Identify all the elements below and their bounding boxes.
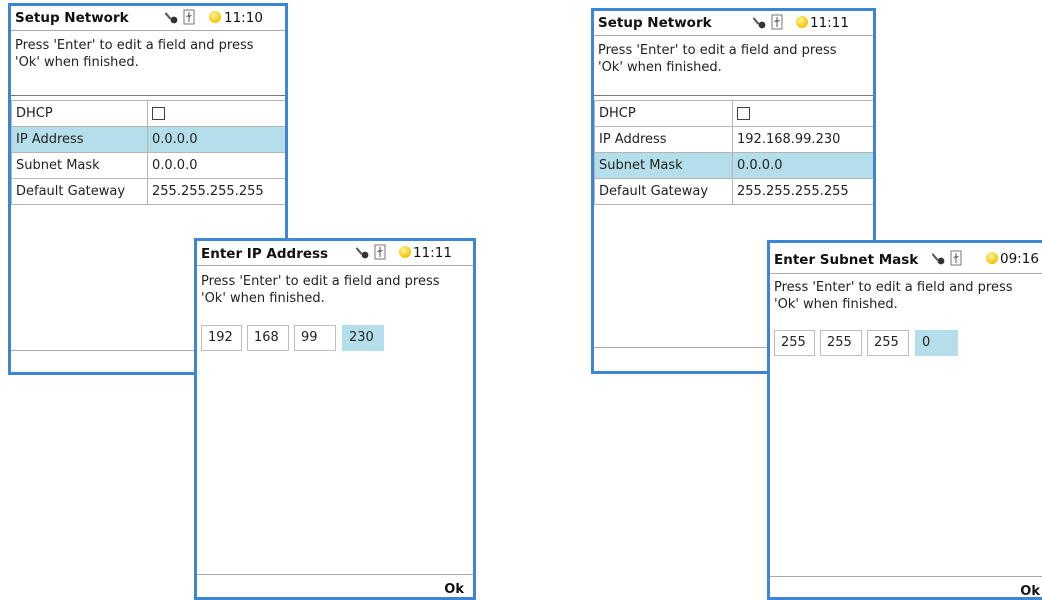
dhcp-checkbox[interactable] (737, 107, 750, 120)
octet-field-4[interactable]: 0 (915, 330, 958, 356)
ok-softkey[interactable]: Ok (444, 582, 464, 597)
ok-softkey[interactable]: Ok (1020, 584, 1040, 597)
network-settings-table: DHCP IP Address 0.0.0.0 Subnet Mask 0.0.… (11, 100, 285, 205)
octet-field-2[interactable]: 168 (247, 325, 289, 351)
table-row[interactable]: IP Address 0.0.0.0 (11, 126, 285, 153)
separator (11, 95, 285, 96)
network-settings-table: DHCP IP Address 192.168.99.230 Subnet Ma… (594, 100, 873, 205)
clock: 11:11 (810, 15, 849, 31)
row-value[interactable]: 0.0.0.0 (147, 152, 285, 179)
dialog-title: Enter IP Address (201, 246, 329, 262)
title-bar: Enter IP Address 11:11 (197, 241, 473, 266)
status-icons: 11:11 (749, 14, 873, 31)
octet-field-3[interactable]: 255 (867, 330, 909, 356)
row-value[interactable]: 0.0.0.0 (732, 152, 873, 179)
key-icon (753, 17, 766, 29)
usb-icon (771, 14, 783, 30)
instruction-text: Press 'Enter' to edit a field and press … (598, 43, 837, 75)
octet-field-3[interactable]: 99 (294, 325, 336, 351)
table-row[interactable]: IP Address 192.168.99.230 (594, 126, 873, 153)
usb-icon (950, 250, 962, 266)
row-label: Default Gateway (11, 178, 148, 205)
row-value[interactable]: 255.255.255.255 (732, 178, 873, 205)
row-value[interactable]: 0.0.0.0 (147, 126, 285, 153)
octet-field-1[interactable]: 255 (774, 330, 815, 356)
row-value[interactable]: 192.168.99.230 (732, 126, 873, 153)
usb-icon (374, 244, 386, 260)
table-row[interactable]: Subnet Mask 0.0.0.0 (594, 152, 873, 179)
usb-icon (183, 9, 195, 25)
sun-icon (209, 11, 221, 23)
screen-title: Setup Network (598, 15, 712, 31)
right-enter-subnet-dialog: Enter Subnet Mask 09:16 Press 'Enter' to… (767, 240, 1042, 600)
dhcp-cell[interactable] (147, 100, 285, 127)
status-icons: 09:16 (928, 250, 1042, 267)
octet-field-1[interactable]: 192 (201, 325, 242, 351)
instruction-text: Press 'Enter' to edit a field and press … (15, 38, 254, 70)
bottom-bar (770, 576, 1042, 577)
title-bar: Setup Network 11:11 (594, 11, 873, 36)
table-row[interactable]: Default Gateway 255.255.255.255 (594, 178, 873, 205)
dialog-title: Enter Subnet Mask (774, 252, 919, 268)
separator (594, 95, 873, 96)
row-label: DHCP (11, 100, 148, 127)
title-bar: Enter Subnet Mask 09:16 (770, 243, 1042, 274)
table-row[interactable]: Subnet Mask 0.0.0.0 (11, 152, 285, 179)
dhcp-cell[interactable] (732, 100, 873, 127)
status-icons: 11:10 (161, 9, 281, 26)
sun-icon (399, 246, 411, 258)
clock: 11:10 (224, 10, 263, 26)
bottom-bar (197, 574, 473, 575)
row-label: Subnet Mask (11, 152, 148, 179)
clock: 09:16 (1000, 251, 1039, 267)
title-bar: Setup Network 11:10 (11, 6, 285, 31)
left-enter-ip-dialog: Enter IP Address 11:11 Press 'Enter' to … (194, 238, 476, 600)
row-label: IP Address (594, 126, 733, 153)
table-row[interactable]: DHCP (11, 100, 285, 127)
sun-icon (986, 252, 998, 264)
row-label: DHCP (594, 100, 733, 127)
dhcp-checkbox[interactable] (152, 107, 165, 120)
row-label: Default Gateway (594, 178, 733, 205)
table-row[interactable]: DHCP (594, 100, 873, 127)
instruction-text: Press 'Enter' to edit a field and press … (774, 280, 1013, 312)
clock: 11:11 (413, 245, 452, 261)
octet-field-4[interactable]: 230 (342, 325, 384, 351)
row-value[interactable]: 255.255.255.255 (147, 178, 285, 205)
sun-icon (796, 16, 808, 28)
row-label: Subnet Mask (594, 152, 733, 179)
key-icon (165, 12, 178, 24)
octet-field-2[interactable]: 255 (820, 330, 862, 356)
status-icons: 11:11 (352, 244, 473, 261)
screen-title: Setup Network (15, 10, 129, 26)
key-icon (932, 253, 945, 265)
table-row[interactable]: Default Gateway 255.255.255.255 (11, 178, 285, 205)
instruction-text: Press 'Enter' to edit a field and press … (201, 274, 440, 306)
key-icon (356, 247, 369, 259)
row-label: IP Address (11, 126, 148, 153)
